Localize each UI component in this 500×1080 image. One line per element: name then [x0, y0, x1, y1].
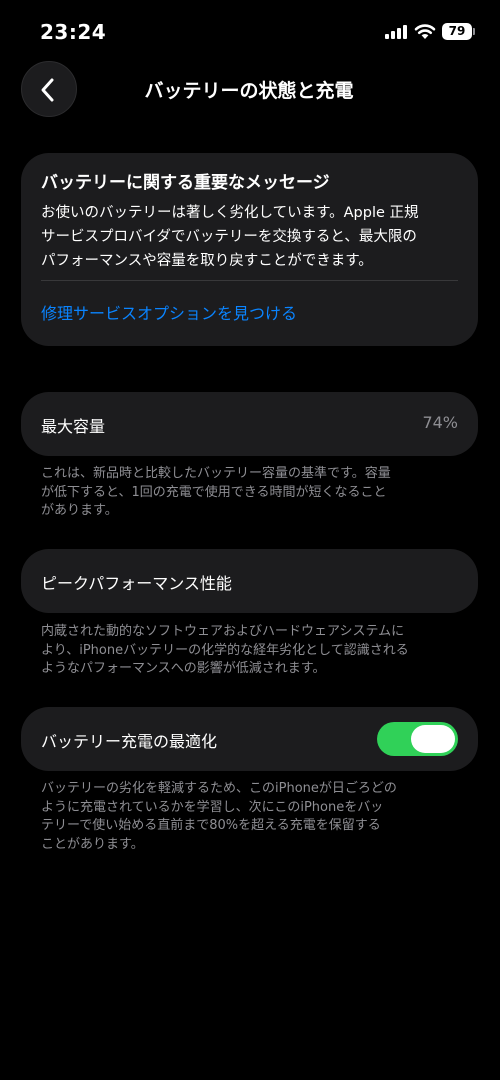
message-body: お使いのバッテリーは著しく劣化しています。Apple 正規 サービスプロバイダで… — [41, 201, 461, 273]
max-capacity-label: 最大容量 — [41, 417, 106, 436]
back-button[interactable] — [21, 61, 77, 117]
max-capacity-note: これは、新品時と比較したバッテリー容量の基準です。容量 が低下すると、1回の充電… — [41, 465, 461, 521]
note-line: ように充電されているかを学習し、次にこのiPhoneをバッ — [41, 799, 384, 815]
status-bar: 23:24 79 — [0, 0, 500, 62]
battery-icon: 79 — [442, 23, 475, 40]
optimized-charging-label: バッテリー充電の最適化 — [41, 732, 218, 751]
battery-health-screen: 23:24 79 バッテリーの状態と充電 バッテリーに関する重要なメッセージ お… — [0, 0, 500, 1080]
cellular-signal-icon — [385, 25, 409, 39]
battery-level-text: 79 — [448, 24, 466, 38]
message-body-line: サービスプロバイダでバッテリーを交換すると、最大限の — [41, 229, 417, 245]
wifi-icon — [414, 24, 436, 39]
note-line: ようなパフォーマンスへの影響が低減されます。 — [41, 661, 326, 676]
optimized-charging-row: バッテリー充電の最適化 — [21, 707, 478, 771]
battery-message-card: バッテリーに関する重要なメッセージ お使いのバッテリーは著しく劣化しています。A… — [21, 153, 478, 346]
note-line: より、iPhoneバッテリーの化学的な経年劣化として認識される — [41, 642, 409, 658]
find-repair-options-link[interactable]: 修理サービスオプションを見つける — [41, 300, 297, 324]
note-line: バッテリーの劣化を軽減するため、このiPhoneが日ごろどの — [41, 781, 397, 796]
peak-performance-note: 内蔵された動的なソフトウェアおよびハードウェアシステムに より、iPhoneバッ… — [41, 623, 461, 679]
peak-performance-row: ピークパフォーマンス性能 — [21, 549, 478, 613]
note-line: テリーで使い始める直前まで80%を超える充電を保留する — [41, 818, 381, 833]
chevron-left-icon — [41, 78, 54, 102]
note-line: が低下すると、1回の充電で使用できる時間が短くなること — [41, 484, 387, 500]
max-capacity-row: 最大容量 74% — [21, 392, 478, 456]
status-time: 23:24 — [40, 20, 107, 44]
note-line: 内蔵された動的なソフトウェアおよびハードウェアシステムに — [41, 624, 405, 639]
divider — [41, 280, 458, 281]
note-line: があります。 — [41, 503, 118, 518]
message-body-line: お使いのバッテリーは著しく劣化しています。Apple 正規 — [41, 205, 419, 221]
toggle-knob — [411, 725, 455, 753]
optimized-charging-note: バッテリーの劣化を軽減するため、このiPhoneが日ごろどの ように充電されてい… — [41, 780, 461, 854]
message-body-line: パフォーマンスや容量を取り戻すことができます。 — [41, 253, 373, 269]
note-line: これは、新品時と比較したバッテリー容量の基準です。容量 — [41, 466, 391, 481]
max-capacity-value: 74% — [422, 413, 458, 432]
message-title: バッテリーに関する重要なメッセージ — [41, 173, 330, 193]
page-title: バッテリーの状態と充電 — [144, 80, 354, 102]
optimized-charging-toggle[interactable] — [377, 722, 458, 756]
note-line: ことがあります。 — [41, 836, 144, 852]
peak-performance-label: ピークパフォーマンス性能 — [41, 574, 232, 593]
